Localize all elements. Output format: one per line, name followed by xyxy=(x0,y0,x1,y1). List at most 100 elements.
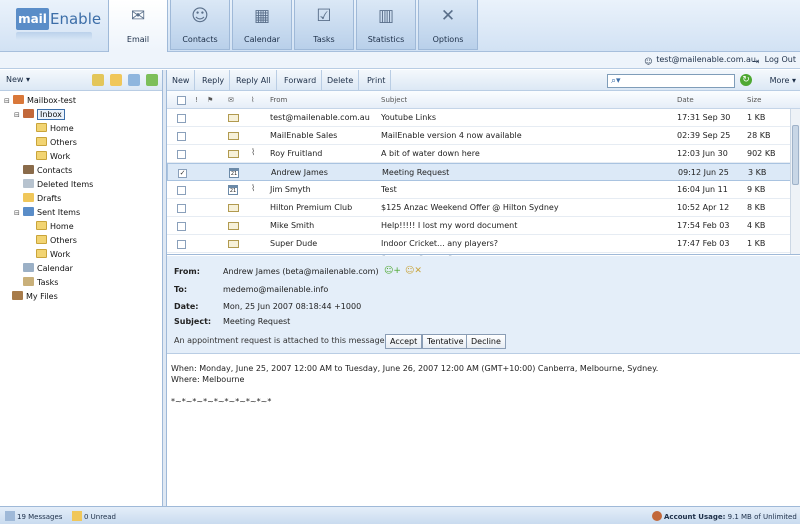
new-message-button[interactable]: New xyxy=(167,70,196,91)
tree-inbox-others[interactable]: Others xyxy=(4,136,93,150)
tree-contacts[interactable]: Contacts xyxy=(4,164,93,178)
tree-sent-home[interactable]: Home xyxy=(4,220,93,234)
read-envelope-icon xyxy=(228,132,239,140)
add-folder-icon[interactable] xyxy=(92,74,104,86)
message-date: 17:54 Feb 03 xyxy=(677,221,730,230)
delete-button[interactable]: Delete xyxy=(322,70,360,91)
message-subject: MailEnable version 4 now available xyxy=(381,131,522,140)
row-checkbox-checked[interactable]: ✓ xyxy=(178,169,187,178)
tree-sent-work[interactable]: Work xyxy=(4,248,93,262)
import-icon[interactable] xyxy=(146,74,158,86)
tab-contacts[interactable]: ☺ Contacts xyxy=(170,0,230,50)
accept-button[interactable]: Accept xyxy=(385,334,423,349)
decline-button[interactable]: Decline xyxy=(466,334,506,349)
tree-myfiles[interactable]: My Files xyxy=(4,290,93,304)
refresh-icon[interactable]: ↻ xyxy=(740,74,752,86)
message-row[interactable]: Mike Smith Help!!!!! I lost my word docu… xyxy=(167,217,800,235)
tab-calendar[interactable]: ▦ Calendar xyxy=(232,0,292,50)
tree-deleted[interactable]: Deleted Items xyxy=(4,178,93,192)
folder-label: Home xyxy=(50,222,74,231)
body-where: Where: Melbourne xyxy=(171,375,245,384)
folder-pane: New ▾ ⊟ Mailbox-test ⊟ Inbox Home Others W… xyxy=(0,70,163,506)
contacts-icon: ☺ xyxy=(191,6,209,26)
search-input[interactable] xyxy=(630,76,732,86)
tree-calendar[interactable]: Calendar xyxy=(4,262,93,276)
add-contact-icon[interactable]: ☺+ xyxy=(384,266,401,276)
scrollbar-thumb[interactable] xyxy=(792,125,799,185)
account-usage: Account Usage: 9.1 MB of Unlimited xyxy=(652,511,797,521)
tentative-button[interactable]: Tentative xyxy=(422,334,469,349)
rename-folder-icon[interactable] xyxy=(110,74,122,86)
tree-mailbox[interactable]: ⊟ Mailbox-test xyxy=(4,94,93,108)
forward-button[interactable]: Forward xyxy=(279,70,323,91)
to-label: To: xyxy=(174,285,188,294)
move-folder-icon[interactable] xyxy=(128,74,140,86)
read-envelope-icon xyxy=(228,240,239,248)
row-checkbox[interactable] xyxy=(177,222,186,231)
preview-subject: Meeting Request xyxy=(223,317,291,326)
message-row[interactable]: ⌇ Roy Fruitland A bit of water down here… xyxy=(167,145,800,163)
tree-inbox[interactable]: ⊟ Inbox xyxy=(4,108,93,122)
read-envelope-icon xyxy=(228,150,239,158)
trash-icon xyxy=(23,179,34,188)
select-all-checkbox[interactable] xyxy=(177,96,186,105)
tab-statistics[interactable]: ▥ Statistics xyxy=(356,0,416,50)
message-row-selected[interactable]: ✓ 21 Andrew James Meeting Request 09:12 … xyxy=(167,163,800,181)
message-row[interactable]: test@mailenable.com.au Youtube Links 17:… xyxy=(167,109,800,127)
tree-inbox-home[interactable]: Home xyxy=(4,122,93,136)
tree-sent[interactable]: ⊟ Sent Items xyxy=(4,206,93,220)
message-row[interactable]: Super Dude Indoor Cricket... any players… xyxy=(167,235,800,253)
message-subject: A bit of water down here xyxy=(381,149,480,158)
folder-icon xyxy=(36,151,47,160)
subject-column-header[interactable]: Subject xyxy=(381,91,407,109)
collapse-icon[interactable]: ⊟ xyxy=(4,94,13,108)
print-button[interactable]: Print xyxy=(362,70,392,91)
reply-button[interactable]: Reply xyxy=(197,70,231,91)
size-column-header[interactable]: Size xyxy=(747,91,761,109)
body-separator: *~*~*~*~*~*~*~*~*~* xyxy=(171,397,272,406)
logout-link[interactable]: ⇥ Log Out xyxy=(753,55,796,67)
date-column-header[interactable]: Date xyxy=(677,91,694,109)
tree-inbox-work[interactable]: Work xyxy=(4,150,93,164)
message-from: test@mailenable.com.au xyxy=(270,113,370,122)
tree-sent-others[interactable]: Others xyxy=(4,234,93,248)
preview-pane: From: Andrew James (beta@mailenable.com)… xyxy=(167,256,800,506)
email-icon: ✉ xyxy=(130,6,146,26)
row-checkbox[interactable] xyxy=(177,186,186,195)
usage-label: Account Usage: xyxy=(664,513,726,521)
block-sender-icon[interactable]: ☺✕ xyxy=(405,266,422,276)
collapse-icon[interactable]: ⊟ xyxy=(14,206,23,220)
tab-label: Options xyxy=(432,35,464,44)
tree-tasks[interactable]: Tasks xyxy=(4,276,93,290)
tree-drafts[interactable]: Drafts xyxy=(4,192,93,206)
message-date: 02:39 Sep 25 xyxy=(677,131,731,140)
message-size: 28 KB xyxy=(747,131,771,140)
row-checkbox[interactable] xyxy=(177,240,186,249)
row-checkbox[interactable] xyxy=(177,150,186,159)
row-checkbox[interactable] xyxy=(177,114,186,123)
read-envelope-icon xyxy=(228,114,239,122)
tab-email[interactable]: ✉ Email xyxy=(108,0,168,52)
message-row[interactable]: Hilton Premium Club $125 Anzac Weekend O… xyxy=(167,199,800,217)
priority-column-icon[interactable]: ! xyxy=(195,91,198,109)
tab-tasks[interactable]: ☑ Tasks xyxy=(294,0,354,50)
flag-column-icon[interactable]: ⚑ xyxy=(207,91,213,109)
reply-all-button[interactable]: Reply All xyxy=(231,70,277,91)
search-box[interactable]: ⌕▾ xyxy=(607,74,735,88)
list-scrollbar[interactable] xyxy=(790,109,800,254)
from-column-header[interactable]: From xyxy=(270,91,287,109)
collapse-icon[interactable]: ⊟ xyxy=(14,108,23,122)
logout-icon: ⇥ xyxy=(752,57,760,66)
new-folder-menu-button[interactable]: New ▾ xyxy=(6,75,30,84)
top-header: mail Enable ✉ Email ☺ Contacts ▦ Calendar ☑… xyxy=(0,0,800,52)
search-icon[interactable]: ⌕▾ xyxy=(611,76,621,86)
row-checkbox[interactable] xyxy=(177,132,186,141)
message-row[interactable]: 21 ⌇ Jim Smyth Test 16:04 Jun 11 9 KB xyxy=(167,181,800,199)
row-checkbox[interactable] xyxy=(177,204,186,213)
more-button[interactable]: More ▾ xyxy=(770,70,796,91)
read-column-icon[interactable]: ✉ xyxy=(228,91,234,109)
attachment-column-icon[interactable]: ⌇ xyxy=(251,91,254,109)
tab-options[interactable]: ✕ Options xyxy=(418,0,478,50)
message-row[interactable]: MailEnable Sales MailEnable version 4 no… xyxy=(167,127,800,145)
folder-label: Tasks xyxy=(37,278,59,287)
